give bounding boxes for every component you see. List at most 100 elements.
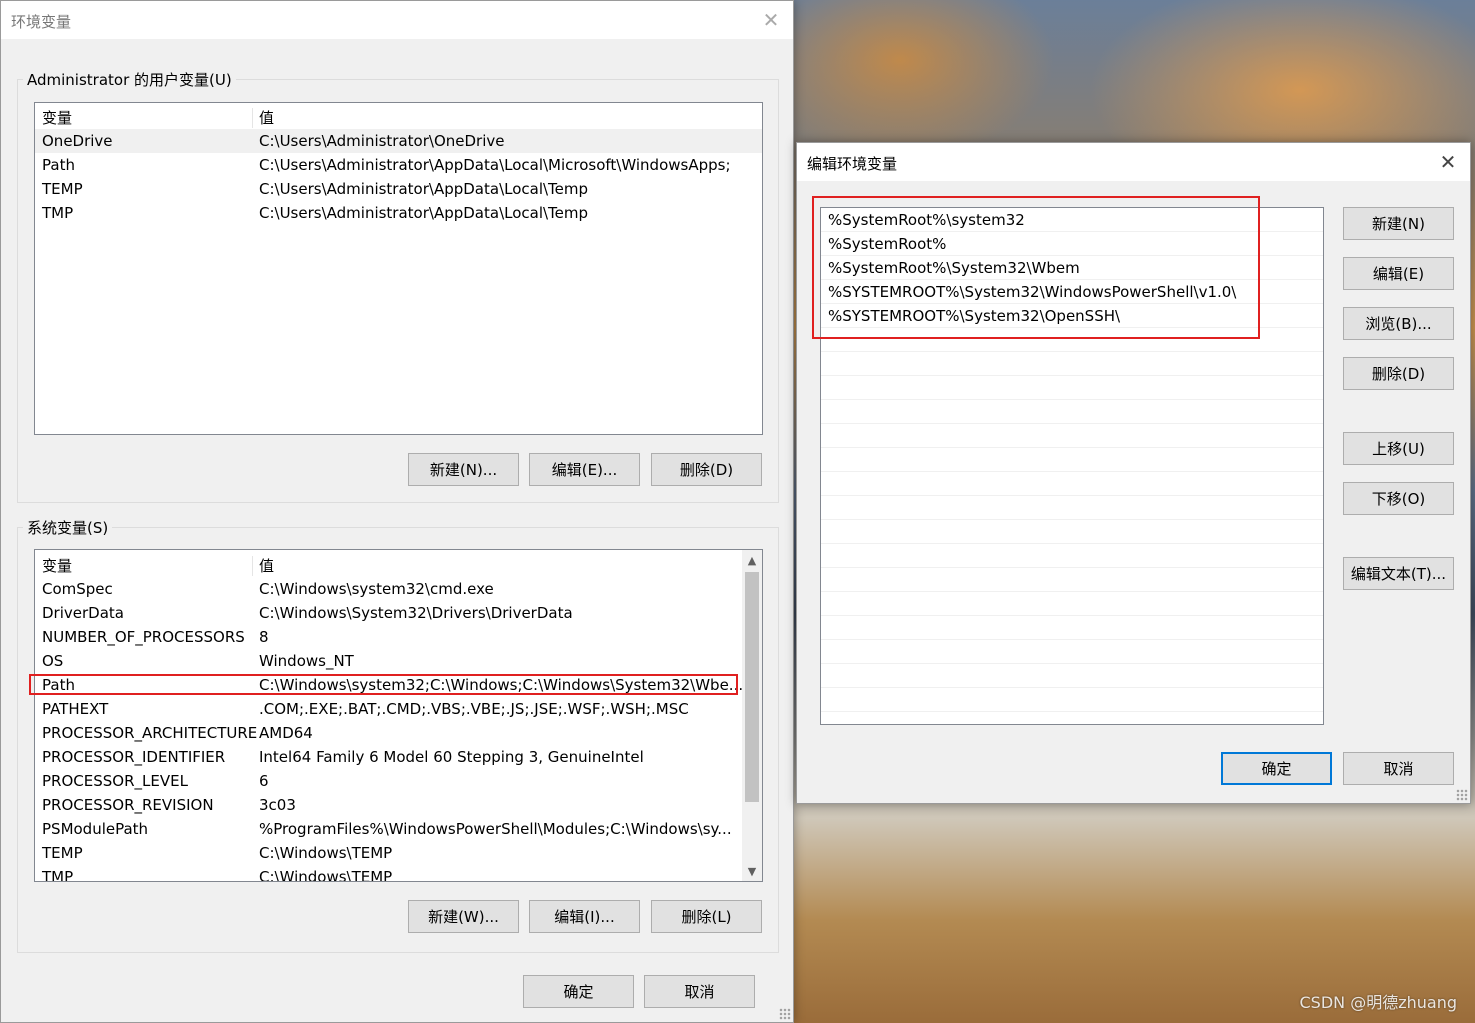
table-row[interactable]: PROCESSOR_IDENTIFIER Intel64 Family 6 Mod… [35, 745, 762, 769]
var-value: C:\Windows\System32\Drivers\DriverData [259, 604, 573, 622]
var-name: Path [42, 676, 75, 694]
table-row[interactable]: PROCESSOR_LEVEL 6 [35, 769, 762, 793]
path-entry[interactable]: %SYSTEMROOT%\System32\OpenSSH\ [821, 304, 1323, 328]
var-name: PROCESSOR_LEVEL [42, 772, 188, 790]
move-down-button[interactable]: 下移(O) [1343, 482, 1454, 515]
ok-button[interactable]: 确定 [1221, 752, 1332, 785]
column-header-value[interactable]: 值 [259, 555, 274, 576]
env-dialog-title: 环境变量 [11, 13, 72, 31]
resize-grip-icon[interactable] [779, 1008, 791, 1020]
table-row[interactable]: Path C:\Users\Administrator\AppData\Loca… [35, 153, 762, 177]
empty-row[interactable] [821, 328, 1323, 352]
close-icon[interactable]: ✕ [757, 7, 785, 33]
var-name: TMP [42, 204, 74, 222]
empty-row[interactable] [821, 496, 1323, 520]
table-row[interactable]: PATHEXT .COM;.EXE;.BAT;.CMD;.VBS;.VBE;.JS… [35, 697, 762, 721]
empty-row[interactable] [821, 592, 1323, 616]
edit-dialog-title: 编辑环境变量 [807, 155, 898, 173]
scroll-thumb[interactable] [745, 572, 759, 802]
path-entries-list[interactable]: %SystemRoot%\system32 %SystemRoot% %System… [820, 207, 1324, 725]
var-name: PSModulePath [42, 820, 149, 838]
var-name: TMP [42, 868, 74, 882]
move-up-button[interactable]: 上移(U) [1343, 432, 1454, 465]
table-row[interactable]: TMP C:\Users\Administrator\AppData\Local… [35, 201, 762, 225]
empty-row[interactable] [821, 472, 1323, 496]
table-row[interactable]: TEMP C:\Users\Administrator\AppData\Loca… [35, 177, 762, 201]
system-edit-button[interactable]: 编辑(I)... [529, 900, 640, 933]
var-name: DriverData [42, 604, 124, 622]
user-vars-group-label: Administrator 的用户变量(U) [23, 69, 236, 90]
empty-row[interactable] [821, 424, 1323, 448]
empty-row[interactable] [821, 448, 1323, 472]
new-entry-button[interactable]: 新建(N) [1343, 207, 1454, 240]
edit-text-button[interactable]: 编辑文本(T)... [1343, 557, 1454, 590]
system-delete-button[interactable]: 删除(L) [651, 900, 762, 933]
empty-row[interactable] [821, 688, 1323, 712]
cancel-button[interactable]: 取消 [644, 975, 755, 1008]
var-value: C:\Users\Administrator\OneDrive [259, 132, 505, 150]
column-header-variable[interactable]: 变量 [42, 107, 72, 128]
edit-entry-button[interactable]: 编辑(E) [1343, 257, 1454, 290]
column-header-value[interactable]: 值 [259, 107, 274, 128]
empty-row[interactable] [821, 568, 1323, 592]
empty-row[interactable] [821, 520, 1323, 544]
var-value: C:\Users\Administrator\AppData\Local\Tem… [259, 180, 589, 198]
empty-row[interactable] [821, 352, 1323, 376]
table-row[interactable]: OneDrive C:\Users\Administrator\OneDrive [35, 129, 762, 153]
user-delete-button[interactable]: 删除(D) [651, 453, 762, 486]
system-new-button[interactable]: 新建(W)... [408, 900, 519, 933]
ok-button[interactable]: 确定 [523, 975, 634, 1008]
scroll-down-icon[interactable]: ▼ [742, 861, 762, 881]
browse-button[interactable]: 浏览(B)... [1343, 307, 1454, 340]
edit-env-variable-dialog: 编辑环境变量 ✕ %SystemRoot%\system32 %SystemRoo… [796, 142, 1471, 804]
var-value: AMD64 [259, 724, 313, 742]
table-row[interactable]: TEMP C:\Windows\TEMP [35, 841, 762, 865]
empty-row[interactable] [821, 616, 1323, 640]
empty-row[interactable] [821, 544, 1323, 568]
system-vars-header: 变量 值 [35, 553, 762, 577]
var-value: %ProgramFiles%\WindowsPowerShell\Modules… [259, 820, 732, 838]
user-vars-header: 变量 值 [35, 105, 762, 129]
var-name: Path [42, 156, 75, 174]
var-name: OneDrive [42, 132, 113, 150]
var-value: C:\Windows\TEMP [259, 844, 393, 862]
table-row[interactable]: NUMBER_OF_PROCESSORS 8 [35, 625, 762, 649]
column-header-variable[interactable]: 变量 [42, 555, 72, 576]
cancel-button[interactable]: 取消 [1343, 752, 1454, 785]
var-name: TEMP [42, 844, 83, 862]
empty-row[interactable] [821, 664, 1323, 688]
table-row[interactable]: TMP C:\Windows\TEMP [35, 865, 762, 882]
var-name: ComSpec [42, 580, 113, 598]
table-row[interactable]: PROCESSOR_ARCHITECTURE AMD64 [35, 721, 762, 745]
path-entry[interactable]: %SystemRoot% [821, 232, 1323, 256]
system-vars-list[interactable]: 变量 值 ComSpec C:\Windows\system32\cmd.exe … [34, 549, 763, 882]
empty-row[interactable] [821, 400, 1323, 424]
path-entry[interactable]: %SystemRoot%\System32\Wbem [821, 256, 1323, 280]
user-vars-list[interactable]: 变量 值 OneDrive C:\Users\Administrator\One… [34, 102, 763, 435]
var-value: C:\Users\Administrator\AppData\Local\Tem… [259, 204, 589, 222]
table-row[interactable]: PSModulePath %ProgramFiles%\WindowsPowerS… [35, 817, 762, 841]
var-value: Intel64 Family 6 Model 60 Stepping 3, Ge… [259, 748, 644, 766]
table-row[interactable]: PROCESSOR_REVISION 3c03 [35, 793, 762, 817]
var-name: PROCESSOR_ARCHITECTURE [42, 724, 258, 742]
user-edit-button[interactable]: 编辑(E)... [529, 453, 640, 486]
empty-row[interactable] [821, 376, 1323, 400]
close-icon[interactable]: ✕ [1434, 149, 1462, 175]
scroll-up-icon[interactable]: ▲ [742, 550, 762, 570]
resize-grip-icon[interactable] [1456, 789, 1468, 801]
var-name: NUMBER_OF_PROCESSORS [42, 628, 245, 646]
var-value: 8 [259, 628, 269, 646]
vertical-scrollbar[interactable]: ▲ ▼ [742, 550, 762, 881]
path-entry[interactable]: %SYSTEMROOT%\System32\WindowsPowerShell\… [821, 280, 1323, 304]
var-name: PATHEXT [42, 700, 109, 718]
edit-dialog-titlebar: 编辑环境变量 ✕ [797, 143, 1470, 181]
delete-entry-button[interactable]: 删除(D) [1343, 357, 1454, 390]
table-row[interactable]: DriverData C:\Windows\System32\Drivers\Dr… [35, 601, 762, 625]
path-entry[interactable]: %SystemRoot%\system32 [821, 208, 1323, 232]
empty-row[interactable] [821, 640, 1323, 664]
table-row[interactable]: OS Windows_NT [35, 649, 762, 673]
table-row-path[interactable]: Path C:\Windows\system32;C:\Windows;C:\Wi… [35, 673, 762, 697]
user-new-button[interactable]: 新建(N)... [408, 453, 519, 486]
system-vars-group-label: 系统变量(S) [23, 517, 113, 538]
table-row[interactable]: ComSpec C:\Windows\system32\cmd.exe [35, 577, 762, 601]
